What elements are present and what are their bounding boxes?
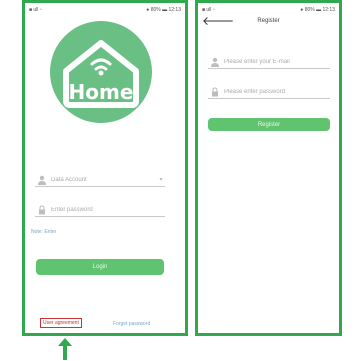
status-bar: ■ ull ▫ ● 80% ▬ 12:13 xyxy=(25,3,185,15)
lock-icon xyxy=(37,204,47,215)
password-input[interactable]: Enter password xyxy=(51,207,165,213)
forgot-password-link[interactable]: Forget password xyxy=(113,321,150,327)
user-icon xyxy=(37,175,47,185)
chevron-down-icon[interactable]: ▾ xyxy=(157,176,165,183)
status-left: ■ ull ▫ xyxy=(202,7,215,13)
login-screen: ■ ull ▫ ● 80% ▬ 12:13 Home Data Account … xyxy=(22,0,188,336)
user-agreement-link[interactable]: User agreement xyxy=(40,318,82,328)
password-field[interactable]: Please enter password xyxy=(208,85,330,99)
home-logo: Home xyxy=(50,21,152,123)
register-header: 🡐 Register xyxy=(198,15,339,27)
register-button[interactable]: Register xyxy=(208,118,330,131)
register-screen: ■ ull ▫ ● 80% ▬ 12:13 🡐 Register Please … xyxy=(195,0,342,336)
password-field[interactable]: Enter password xyxy=(35,203,165,217)
lock-icon xyxy=(210,86,220,97)
status-right: ● 80% ▬ 12:13 xyxy=(300,7,335,13)
up-arrow-icon xyxy=(58,338,72,360)
user-icon xyxy=(210,57,220,67)
status-right: ● 80% ▬ 12:13 xyxy=(146,7,181,13)
wifi-icon xyxy=(90,58,112,71)
account-field[interactable]: Data Account ▾ xyxy=(35,173,165,187)
login-button[interactable]: Login xyxy=(36,259,164,275)
account-input[interactable]: Data Account xyxy=(51,177,157,183)
logo-text: Home xyxy=(68,80,134,104)
email-field[interactable]: Please enter your E-mail xyxy=(208,55,330,69)
register-link[interactable]: Note: Enter xyxy=(31,229,56,235)
email-input[interactable]: Please enter your E-mail xyxy=(224,59,330,65)
status-left: ■ ull ▫ xyxy=(29,7,42,13)
home-logo-graphic xyxy=(63,40,139,108)
back-arrow-icon[interactable]: 🡐 xyxy=(202,15,234,27)
password-input[interactable]: Please enter password xyxy=(224,89,330,95)
bottom-links: User agreement Forget password xyxy=(40,318,180,328)
